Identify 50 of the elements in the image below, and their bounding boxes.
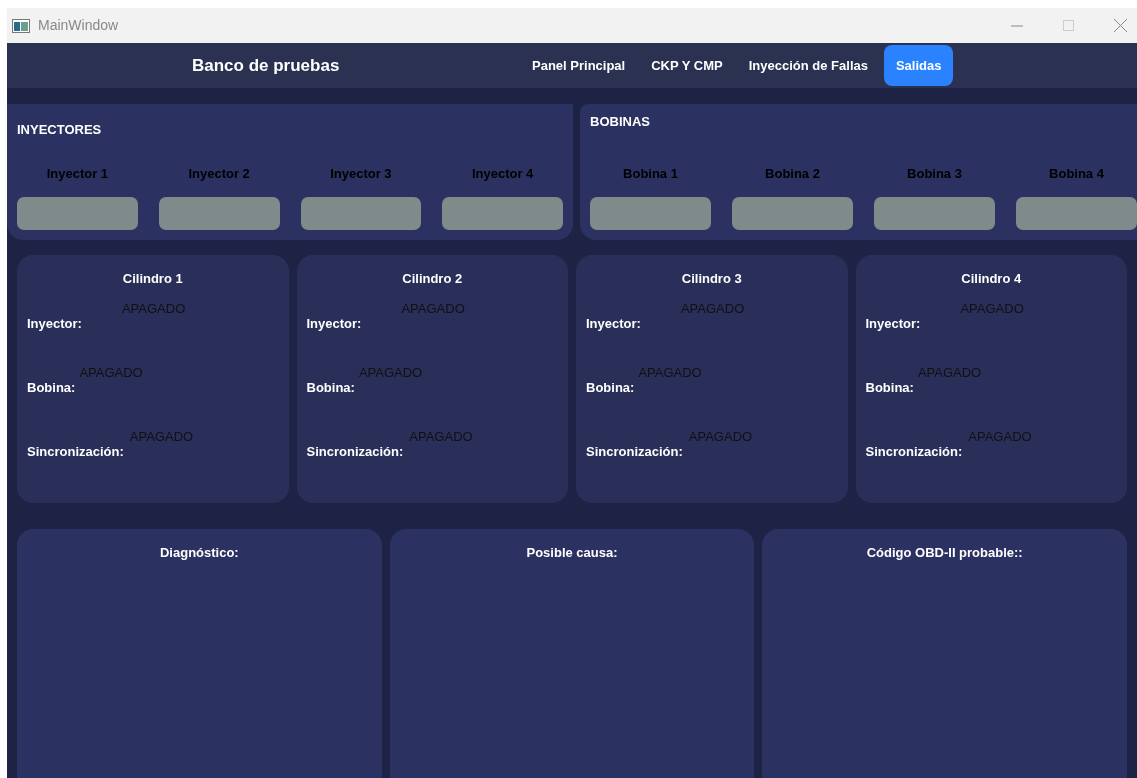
coil-label: Bobina 1: [623, 164, 678, 183]
window-title: MainWindow: [38, 16, 119, 35]
nav-tab[interactable]: CKP Y CMP: [641, 45, 733, 86]
field-label: Bobina:: [306, 379, 355, 396]
status-value: APAGADO: [409, 428, 473, 444]
field-label: Inyector:: [865, 315, 921, 332]
field-label: Sincronización:: [306, 443, 404, 460]
card-title: Cilindro 3: [681, 270, 742, 288]
maximize-icon[interactable]: [1063, 20, 1074, 31]
field-label: Inyector:: [586, 315, 641, 332]
status-value: APAGADO: [968, 428, 1032, 444]
card-title: Cilindro 1: [122, 270, 183, 288]
status-value: APAGADO: [129, 428, 194, 444]
field-label: Bobina:: [586, 379, 635, 396]
coil-label: Bobina 2: [765, 164, 820, 183]
card-title: Cilindro 2: [402, 270, 463, 288]
nav-tab[interactable]: Panel Principal: [522, 45, 636, 86]
card-title: Posible causa:: [526, 544, 618, 562]
status-value: APAGADO: [680, 300, 745, 316]
status-value: APAGADO: [638, 364, 702, 380]
injector-label: Inyector 1: [46, 164, 109, 183]
status-value: APAGADO: [688, 428, 753, 444]
field-label: Sincronización:: [865, 443, 963, 460]
status-value: APAGADO: [121, 300, 186, 316]
card-title: Código OBD-II probable::: [866, 544, 1023, 562]
status-value: APAGADO: [960, 300, 1024, 316]
injector-label: Inyector 2: [188, 164, 250, 183]
card-title: Diagnóstico:: [159, 544, 239, 562]
field-label: Bobina:: [27, 379, 76, 396]
app-title: Banco de pruebas: [192, 54, 341, 77]
coil-label: Bobina 3: [907, 164, 962, 183]
field-label: Sincronización:: [27, 443, 124, 460]
card-title: Cilindro 4: [961, 270, 1022, 288]
injector-label: Inyector 3: [330, 164, 392, 183]
nav-tab[interactable]: Salidas: [883, 45, 954, 86]
nav-tab[interactable]: Inyección de Fallas: [738, 45, 878, 86]
panel-title: BOBINAS: [590, 113, 651, 131]
app-icon: [12, 18, 30, 33]
injector-label: Inyector 4: [471, 164, 534, 183]
status-value: APAGADO: [401, 300, 465, 316]
field-label: Inyector:: [306, 315, 362, 332]
panel-title: INYECTORES: [17, 121, 103, 139]
field-label: Inyector:: [27, 315, 82, 332]
status-value: APAGADO: [79, 364, 143, 380]
close-icon[interactable]: [1114, 19, 1127, 32]
status-value: APAGADO: [358, 364, 423, 380]
status-value: APAGADO: [917, 364, 982, 380]
field-label: Sincronización:: [586, 443, 683, 460]
field-label: Bobina:: [865, 379, 914, 396]
coil-label: Bobina 4: [1049, 164, 1104, 183]
